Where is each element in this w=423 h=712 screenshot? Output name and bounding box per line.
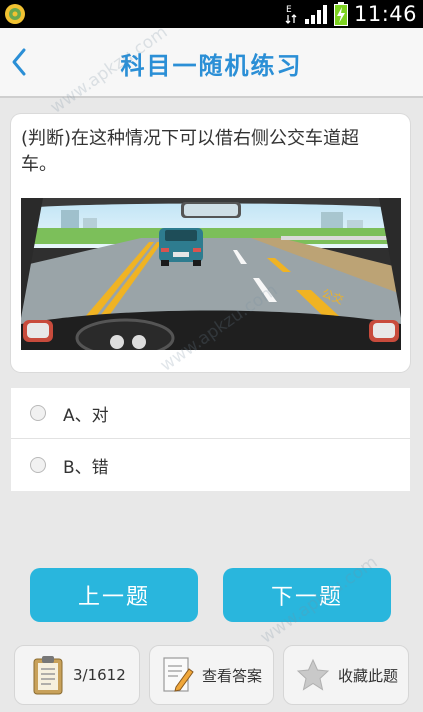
svg-text:E: E bbox=[286, 5, 292, 15]
star-icon bbox=[296, 658, 330, 691]
app-notification-icon bbox=[5, 4, 25, 24]
view-answer-label: 查看答案 bbox=[202, 666, 263, 685]
status-bar: E 11:46 bbox=[0, 0, 423, 28]
page-title: 科目一随机练习 bbox=[120, 52, 303, 80]
option-label: B、错 bbox=[63, 457, 109, 478]
clock-time: 11:46 bbox=[353, 2, 417, 26]
option-label: A、对 bbox=[63, 405, 109, 426]
favorite-question-button[interactable]: 收藏此题 bbox=[283, 645, 409, 705]
option-a[interactable]: A、对 bbox=[11, 388, 410, 439]
option-b[interactable]: B、错 bbox=[11, 439, 410, 491]
clipboard-icon bbox=[33, 656, 63, 695]
radio-button[interactable] bbox=[30, 457, 46, 473]
previous-question-button[interactable]: 上一题 bbox=[30, 568, 198, 622]
radio-button[interactable] bbox=[30, 405, 46, 421]
question-text: (判断)在这种情况下可以借右侧公交车道超车。 bbox=[21, 128, 360, 175]
view-answer-button[interactable]: 查看答案 bbox=[149, 645, 274, 705]
question-progress-button[interactable]: 3/1612 bbox=[14, 645, 140, 705]
signal-strength-icon bbox=[304, 5, 327, 24]
favorite-label: 收藏此题 bbox=[338, 666, 399, 685]
title-bar: 科目一随机练习 bbox=[0, 28, 423, 98]
network-indicator-icon: E bbox=[285, 5, 297, 24]
answer-options: A、对 B、错 bbox=[11, 388, 410, 491]
question-progress-label: 3/1612 bbox=[73, 666, 126, 684]
document-pencil-icon bbox=[163, 657, 194, 692]
battery-charging-icon bbox=[333, 2, 348, 26]
